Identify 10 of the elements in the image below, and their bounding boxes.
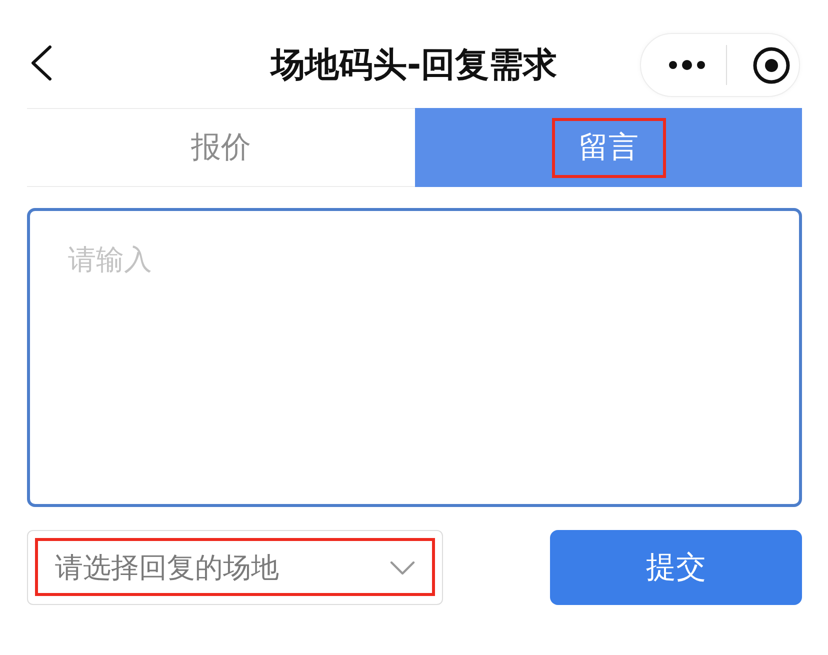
more-icon[interactable] — [668, 60, 706, 70]
chevron-down-icon — [390, 560, 415, 574]
submit-button[interactable]: 提交 — [550, 530, 802, 605]
circle-dot-icon[interactable] — [753, 46, 790, 84]
tab[interactable]: 留言 — [414, 108, 802, 187]
message-field[interactable]: 请输入 — [27, 208, 802, 507]
back-icon[interactable] — [30, 45, 52, 81]
venue-select[interactable]: 请选择回复的场地 — [27, 530, 443, 605]
page-title: 场地码头-回复需求 — [270, 44, 558, 87]
tab[interactable]: 报价 — [27, 108, 414, 187]
